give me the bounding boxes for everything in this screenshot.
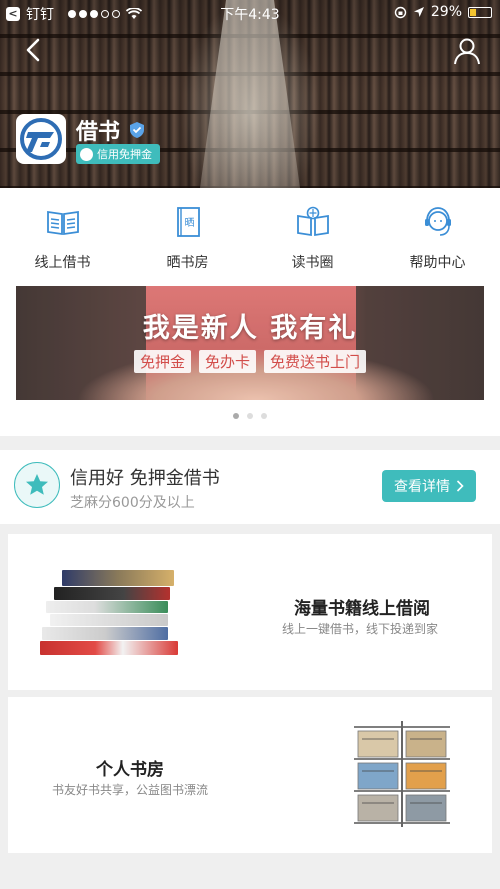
feature-subtitle: 线上一键借书，线下投递到家 (282, 622, 439, 636)
book-rack-image (354, 721, 450, 827)
aisle-light (180, 0, 320, 188)
view-details-label: 查看详情 (394, 479, 450, 495)
star-badge (14, 462, 60, 508)
promo-banner[interactable]: 我是新人 我有礼 免押金 免办卡 免费送书上门 (16, 286, 484, 400)
battery-icon (468, 6, 492, 18)
battery-percent: 29% (430, 4, 462, 20)
stack-book (42, 627, 168, 640)
book-open-icon (46, 210, 79, 236)
chevron-right-icon (456, 480, 464, 492)
feature-menu: 线上借书 晒 晒书房 读书圈 帮助中心 (0, 188, 500, 284)
headset-icon (424, 207, 451, 236)
feature-subtitle: 书友好书共享，公益图书漂流 (52, 783, 209, 797)
feature-title: 个人书房 (96, 760, 164, 780)
reading-circle-icon (296, 206, 329, 237)
menu-item-book-room[interactable]: 晒 晒书房 (125, 188, 250, 284)
back-arrow-icon[interactable] (22, 38, 46, 62)
feature-card-online-borrow[interactable]: 海量书籍线上借阅 线上一键借书，线下投递到家 (8, 534, 492, 690)
carousel-pager (0, 413, 500, 419)
verified-shield-icon (130, 122, 145, 138)
star-icon (26, 474, 48, 495)
menu-item-online-borrow[interactable]: 线上借书 (0, 188, 125, 284)
stack-book (54, 587, 170, 600)
menu-item-label: 线上借书 (34, 255, 91, 271)
stack-book (62, 570, 174, 586)
menu-item-help-center[interactable]: 帮助中心 (375, 188, 500, 284)
banner-headline: 我是新人 我有礼 (142, 313, 358, 344)
banner-tags: 免押金 免办卡 免费送书上门 (16, 350, 484, 373)
stack-book (40, 641, 178, 655)
pager-dot-active[interactable] (233, 413, 239, 419)
rotation-lock-icon (394, 6, 407, 18)
page-title: 借书 (76, 114, 146, 146)
promo-carousel: 我是新人 我有礼 免押金 免办卡 免费送书上门 (0, 284, 500, 436)
pager-dot[interactable] (247, 413, 253, 419)
app-logo (16, 114, 66, 164)
svg-text:晒: 晒 (184, 217, 194, 229)
banner-tag: 免押金 (133, 350, 191, 373)
feature-card-personal-study[interactable]: 个人书房 书友好书共享，公益图书漂流 (8, 697, 492, 853)
view-details-button[interactable]: 查看详情 (382, 470, 476, 502)
user-profile-icon[interactable] (452, 36, 482, 66)
page-title-text: 借书 (76, 120, 121, 145)
menu-item-label: 读书圈 (291, 255, 334, 271)
library-logo-icon (20, 118, 62, 160)
banner-tag: 免费送书上门 (264, 350, 367, 373)
pager-dot[interactable] (261, 413, 267, 419)
status-right: 29% (394, 4, 492, 20)
credit-title: 信用好 免押金借书 (70, 468, 220, 489)
menu-item-reading-circle[interactable]: 读书圈 (250, 188, 375, 284)
credit-subtitle: 芝麻分600分及以上 (70, 495, 195, 511)
menu-item-label: 晒书房 (166, 255, 209, 271)
sesame-credit-icon (80, 147, 93, 161)
credit-free-deposit-badge: 信用免押金 (76, 144, 160, 164)
menu-item-label: 帮助中心 (409, 255, 466, 271)
book-stack-image (40, 570, 180, 660)
battery-fill (470, 8, 476, 16)
credit-tag-label: 信用免押金 (97, 148, 152, 161)
location-icon (413, 7, 424, 17)
credit-borrow-card: 信用好 免押金借书 芝麻分600分及以上 查看详情 (0, 450, 500, 524)
book-cover-icon: 晒 (176, 207, 200, 237)
stack-book (46, 601, 168, 613)
banner-tag: 免办卡 (198, 350, 256, 373)
status-bar: < 钉钉 下午4:43 29% (0, 0, 500, 26)
stack-book (50, 614, 168, 626)
feature-title: 海量书籍线上借阅 (294, 599, 430, 619)
header-background (0, 0, 500, 188)
